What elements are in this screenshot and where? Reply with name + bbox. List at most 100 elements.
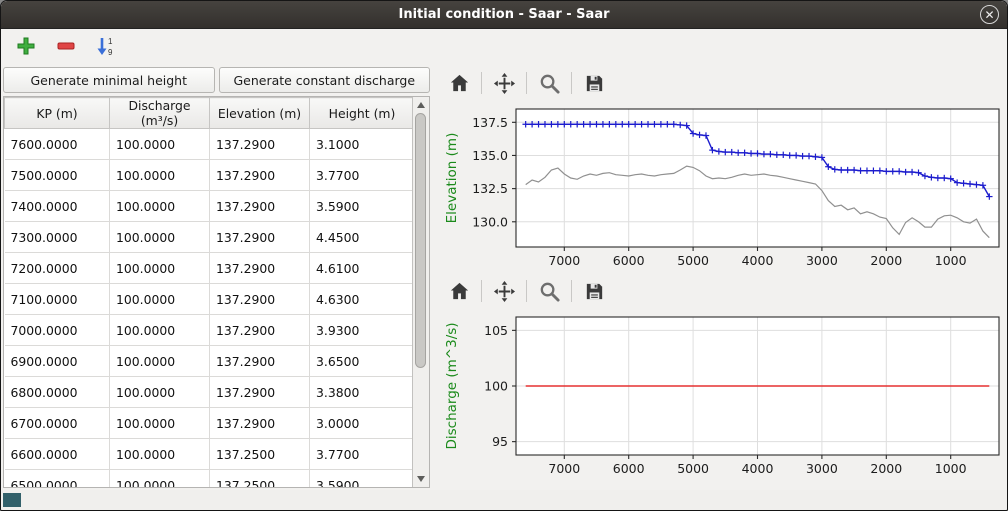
svg-text:2000: 2000 <box>870 461 902 476</box>
table-cell[interactable]: 3.1000 <box>310 129 415 160</box>
status-grip[interactable] <box>3 493 21 507</box>
table-row[interactable]: 6600.0000100.0000137.25003.7700 <box>5 439 415 470</box>
pan-icon <box>493 72 516 95</box>
table-cell[interactable]: 137.2900 <box>210 160 310 191</box>
svg-text:100: 100 <box>484 379 508 394</box>
table-cell[interactable]: 137.2900 <box>210 253 310 284</box>
table-cell[interactable]: 3.9300 <box>310 315 415 346</box>
table-cell[interactable]: 4.6300 <box>310 284 415 315</box>
table-cell[interactable]: 6800.0000 <box>5 377 110 408</box>
table-cell[interactable]: 7600.0000 <box>5 129 110 160</box>
sort-digit-top: 1 <box>108 37 113 46</box>
table-cell[interactable]: 137.2500 <box>210 470 310 489</box>
home-button[interactable] <box>444 69 474 97</box>
table-cell[interactable]: 7500.0000 <box>5 160 110 191</box>
table-cell[interactable]: 100.0000 <box>110 377 210 408</box>
table-row[interactable]: 6700.0000100.0000137.29003.0000 <box>5 408 415 439</box>
table-cell[interactable]: 137.2900 <box>210 191 310 222</box>
table-cell[interactable]: 6500.0000 <box>5 470 110 489</box>
table-row[interactable]: 7500.0000100.0000137.29003.7700 <box>5 160 415 191</box>
home-button[interactable] <box>444 277 474 305</box>
home-icon <box>448 72 471 95</box>
table-cell[interactable]: 100.0000 <box>110 315 210 346</box>
table-row[interactable]: 7300.0000100.0000137.29004.4500 <box>5 222 415 253</box>
table-cell[interactable]: 3.3800 <box>310 377 415 408</box>
toolbar-separator <box>526 72 527 94</box>
svg-text:1000: 1000 <box>935 253 967 268</box>
save-figure-button[interactable] <box>579 69 609 97</box>
table-cell[interactable]: 7300.0000 <box>5 222 110 253</box>
zoom-button[interactable] <box>534 69 564 97</box>
table-cell[interactable]: 6700.0000 <box>5 408 110 439</box>
table-row[interactable]: 7400.0000100.0000137.29003.5900 <box>5 191 415 222</box>
elevation-plot[interactable]: 7000600050004000300020001000137.5135.013… <box>440 101 1003 273</box>
table-row[interactable]: 6500.0000100.0000137.25003.5900 <box>5 470 415 489</box>
table-cell[interactable]: 100.0000 <box>110 191 210 222</box>
remove-row-button[interactable] <box>53 33 79 59</box>
table-row[interactable]: 7100.0000100.0000137.29004.6300 <box>5 284 415 315</box>
table-body: 7600.0000100.0000137.29003.10007500.0000… <box>5 129 415 489</box>
add-row-button[interactable] <box>13 33 39 59</box>
table-cell[interactable]: 3.5900 <box>310 191 415 222</box>
table-cell[interactable]: 100.0000 <box>110 470 210 489</box>
table-cell[interactable]: 137.2900 <box>210 129 310 160</box>
scroll-down-icon[interactable] <box>417 476 425 482</box>
main-toolbar: 1 9 <box>1 29 1007 63</box>
table-cell[interactable]: 3.0000 <box>310 408 415 439</box>
table-row[interactable]: 7000.0000100.0000137.29003.9300 <box>5 315 415 346</box>
table-cell[interactable]: 3.5900 <box>310 470 415 489</box>
table-cell[interactable]: 4.4500 <box>310 222 415 253</box>
table-scrollbar[interactable] <box>412 97 429 487</box>
sort-button[interactable]: 1 9 <box>93 33 119 59</box>
table-cell[interactable]: 4.6100 <box>310 253 415 284</box>
table-cell[interactable]: 7200.0000 <box>5 253 110 284</box>
column-header-kp[interactable]: KP (m) <box>5 98 110 129</box>
table-cell[interactable]: 137.2900 <box>210 346 310 377</box>
column-header-discharge[interactable]: Discharge (m³/s) <box>110 98 210 129</box>
column-header-height[interactable]: Height (m) <box>310 98 415 129</box>
table-cell[interactable]: 7100.0000 <box>5 284 110 315</box>
zoom-button[interactable] <box>534 277 564 305</box>
table-cell[interactable]: 3.7700 <box>310 439 415 470</box>
table-cell[interactable]: 100.0000 <box>110 129 210 160</box>
discharge-plot[interactable]: 700060005000400030002000100010510095Disc… <box>440 309 1003 481</box>
home-icon <box>448 280 471 303</box>
pan-button[interactable] <box>489 69 519 97</box>
table-cell[interactable]: 6600.0000 <box>5 439 110 470</box>
table-cell[interactable]: 7400.0000 <box>5 191 110 222</box>
svg-text:5000: 5000 <box>677 253 709 268</box>
svg-text:130.0: 130.0 <box>472 214 508 229</box>
table-cell[interactable]: 3.7700 <box>310 160 415 191</box>
table-cell[interactable]: 7000.0000 <box>5 315 110 346</box>
table-cell[interactable]: 137.2500 <box>210 439 310 470</box>
table-cell[interactable]: 137.2900 <box>210 284 310 315</box>
close-button[interactable]: ✕ <box>980 5 999 24</box>
statusbar <box>1 490 1007 510</box>
table-cell[interactable]: 137.2900 <box>210 408 310 439</box>
table-cell[interactable]: 100.0000 <box>110 253 210 284</box>
titlebar: Initial condition - Saar - Saar ✕ <box>1 1 1007 29</box>
pan-button[interactable] <box>489 277 519 305</box>
column-header-elevation[interactable]: Elevation (m) <box>210 98 310 129</box>
table-cell[interactable]: 100.0000 <box>110 222 210 253</box>
generate-minimal-height-button[interactable]: Generate minimal height <box>3 67 215 93</box>
table-cell[interactable]: 100.0000 <box>110 346 210 377</box>
scrollbar-thumb[interactable] <box>415 113 426 368</box>
table-cell[interactable]: 100.0000 <box>110 439 210 470</box>
table-cell[interactable]: 6900.0000 <box>5 346 110 377</box>
save-figure-button[interactable] <box>579 277 609 305</box>
table-row[interactable]: 6800.0000100.0000137.29003.3800 <box>5 377 415 408</box>
table-row[interactable]: 7600.0000100.0000137.29003.1000 <box>5 129 415 160</box>
table-cell[interactable]: 100.0000 <box>110 408 210 439</box>
scroll-up-icon[interactable] <box>417 102 425 108</box>
table-cell[interactable]: 137.2900 <box>210 315 310 346</box>
table-cell[interactable]: 3.6500 <box>310 346 415 377</box>
table-cell[interactable]: 137.2900 <box>210 377 310 408</box>
table-cell[interactable]: 100.0000 <box>110 160 210 191</box>
generate-constant-discharge-button[interactable]: Generate constant discharge <box>219 67 431 93</box>
table-cell[interactable]: 137.2900 <box>210 222 310 253</box>
svg-text:7000: 7000 <box>548 253 580 268</box>
table-cell[interactable]: 100.0000 <box>110 284 210 315</box>
table-row[interactable]: 6900.0000100.0000137.29003.6500 <box>5 346 415 377</box>
table-row[interactable]: 7200.0000100.0000137.29004.6100 <box>5 253 415 284</box>
